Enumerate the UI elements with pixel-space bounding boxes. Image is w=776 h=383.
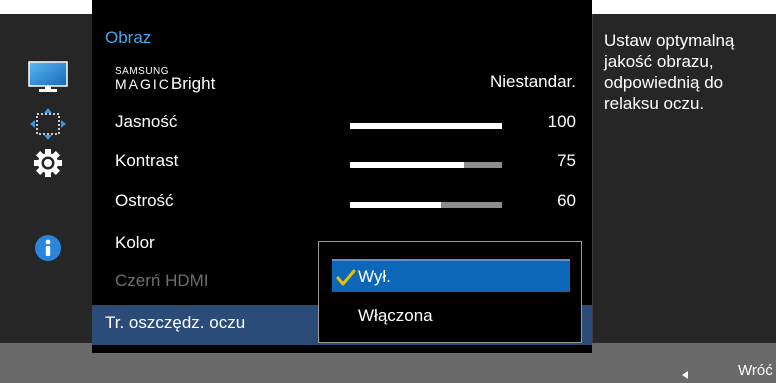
resize-arrows-icon[interactable]	[26, 106, 70, 142]
back-label[interactable]: Wróć	[738, 362, 773, 379]
magic-brand-large: MAGIC	[115, 76, 171, 92]
sharpness-label: Ostrość	[115, 191, 174, 210]
option-on-label: Włączona	[358, 306, 433, 325]
contrast-slider[interactable]	[350, 162, 502, 168]
monitor-icon[interactable]	[26, 59, 70, 95]
magic-bright-label: SAMSUNG MAGIC Bright	[115, 67, 215, 94]
menu-title: Obraz	[105, 28, 152, 47]
brightness-value: 100	[547, 112, 576, 131]
option-on[interactable]: Włączona	[332, 300, 570, 333]
eye-saver-label: Tr. oszczędz. oczu	[105, 313, 246, 332]
magic-brand: SAMSUNG MAGIC	[115, 67, 171, 92]
option-off-label: Wył.	[358, 267, 391, 286]
hdmi-black-label: Czerń HDMI	[115, 271, 209, 290]
sharpness-slider[interactable]	[350, 202, 502, 208]
brightness-label: Jasność	[115, 112, 178, 131]
brightness-slider-fill	[350, 123, 502, 129]
menu-item-contrast[interactable]: Kontrast 75	[92, 143, 592, 183]
check-icon	[336, 269, 356, 286]
sharpness-value: 60	[557, 191, 576, 210]
info-icon[interactable]	[26, 230, 70, 266]
option-off[interactable]: Wył.	[332, 259, 570, 292]
monitor-osd: Obraz SAMSUNG MAGIC Bright Niestandar. J…	[0, 0, 776, 383]
category-rail	[0, 14, 92, 343]
description-text: Ustaw optymalną jakość obrazu, odpowiedn…	[604, 31, 735, 113]
contrast-label: Kontrast	[115, 151, 179, 170]
brightness-slider[interactable]	[350, 123, 502, 129]
sharpness-slider-fill	[350, 202, 442, 208]
gear-icon[interactable]	[26, 145, 70, 181]
menu-item-brightness[interactable]: Jasność 100	[92, 104, 592, 144]
eye-saver-dropdown: Wył. Włączona	[318, 241, 582, 343]
description-panel: Ustaw optymalną jakość obrazu, odpowiedn…	[592, 14, 776, 343]
menu-item-sharpness[interactable]: Ostrość 60	[92, 183, 592, 223]
contrast-value: 75	[557, 151, 576, 170]
magic-bright-suffix: Bright	[170, 74, 216, 93]
contrast-slider-fill	[350, 162, 464, 168]
color-label: Kolor	[115, 233, 155, 252]
back-arrow-icon	[682, 371, 688, 379]
magic-bright-value: Niestandar.	[490, 72, 576, 91]
menu-item-magic-bright[interactable]: SAMSUNG MAGIC Bright Niestandar.	[92, 64, 592, 104]
